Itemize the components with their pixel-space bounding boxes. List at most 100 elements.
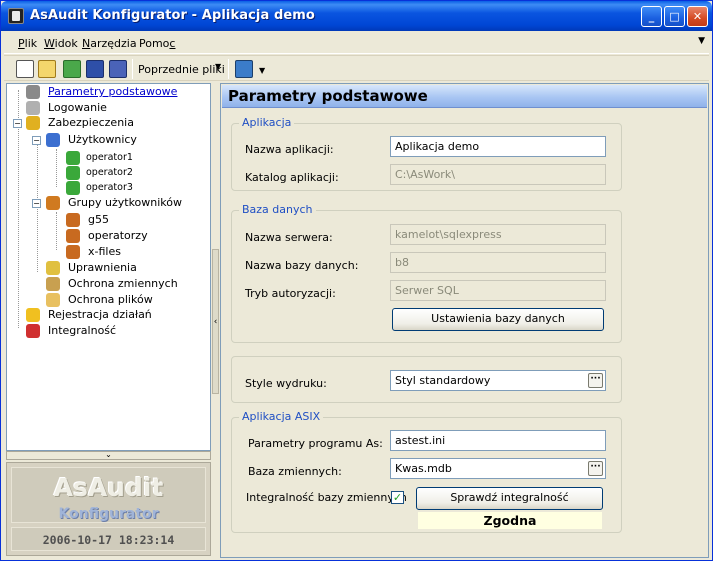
tree-item-label: operator1 bbox=[86, 152, 133, 163]
tree-item-label: Parametry podstawowe bbox=[48, 85, 178, 99]
user-icon bbox=[66, 181, 80, 195]
logo-box: AsAudit Konfigurator bbox=[11, 467, 206, 523]
toolbar-separator bbox=[132, 59, 133, 79]
integrity-label: Integralność bazy zmiennych bbox=[246, 491, 407, 504]
tree-item-label: Grupy użytkowników bbox=[68, 196, 183, 209]
menu-plik-mnemonic: P bbox=[18, 37, 25, 50]
exit-icon[interactable] bbox=[235, 60, 253, 78]
logo-title: AsAudit bbox=[53, 473, 164, 502]
logo-panel: AsAudit Konfigurator 2006-10-17 18:23:14 bbox=[6, 462, 211, 556]
tree-item-label: operator2 bbox=[86, 167, 133, 178]
magnifier-icon bbox=[26, 101, 40, 115]
tree-item-label: Uprawnienia bbox=[68, 261, 137, 274]
menu-widok[interactable]: Widok bbox=[44, 37, 78, 50]
tree-item-label: Zabezpieczenia bbox=[48, 116, 134, 129]
collapse-icon[interactable]: − bbox=[32, 199, 41, 208]
users-icon bbox=[46, 133, 60, 147]
db-name-input[interactable]: b8 bbox=[390, 252, 606, 273]
tree-item-label: Logowanie bbox=[48, 101, 107, 114]
group-aplikacja: Aplikacja Nazwa aplikacji: Aplikacja dem… bbox=[231, 116, 622, 191]
save-icon[interactable] bbox=[86, 60, 104, 78]
integrity-status: Zgodna bbox=[418, 512, 602, 529]
recent-files-button[interactable]: Poprzednie pliki bbox=[138, 63, 225, 76]
app-icon bbox=[8, 8, 24, 24]
app-name-label: Nazwa aplikacji: bbox=[245, 143, 334, 156]
app-window: AsAudit Konfigurator - Aplikacja demo _ … bbox=[0, 0, 713, 561]
save-as-icon[interactable] bbox=[109, 60, 127, 78]
logo-subtitle: Konfigurator bbox=[58, 506, 159, 522]
new-file-icon[interactable] bbox=[16, 60, 34, 78]
tree-item-label: Ochrona plików bbox=[68, 293, 153, 306]
group-icon bbox=[66, 229, 80, 243]
tree-item-label: g55 bbox=[88, 213, 109, 226]
lightning-icon bbox=[26, 308, 40, 322]
user-icon bbox=[66, 166, 80, 180]
db-settings-button[interactable]: Ustawienia bazy danych bbox=[392, 308, 604, 331]
lock-icon bbox=[26, 116, 40, 130]
print-style-browse-button[interactable]: ··· bbox=[588, 373, 603, 388]
folder-icon bbox=[46, 293, 60, 307]
collapse-icon[interactable]: − bbox=[13, 119, 22, 128]
key-icon bbox=[46, 261, 60, 275]
menu-pomoc-mnemonic: c bbox=[169, 37, 176, 50]
server-name-input[interactable]: kamelot\sqlexpress bbox=[390, 224, 606, 245]
vars-db-input[interactable]: Kwas.mdb bbox=[390, 458, 606, 479]
collapse-icon[interactable]: − bbox=[32, 136, 41, 145]
check-integrity-button[interactable]: Sprawdź integralność bbox=[416, 487, 603, 510]
server-name-label: Nazwa serwera: bbox=[245, 231, 333, 244]
refresh-icon[interactable] bbox=[63, 60, 81, 78]
ellipsis-icon: ··· bbox=[590, 462, 601, 472]
toolbar-separator bbox=[228, 59, 229, 79]
menu-plik-label: lik bbox=[24, 37, 38, 50]
print-style-input[interactable]: Styl standardowy bbox=[390, 370, 606, 391]
menu-widok-label: idok bbox=[54, 37, 78, 50]
group-icon bbox=[66, 245, 80, 259]
splitter-collapse-button[interactable]: ‹ bbox=[212, 249, 219, 394]
menu-narzedzia[interactable]: Narzędzia bbox=[82, 37, 137, 50]
maximize-icon: □ bbox=[669, 10, 680, 23]
tree-line bbox=[56, 149, 57, 187]
app-dir-input[interactable]: C:\AsWork\ bbox=[390, 164, 606, 185]
app-name-input[interactable]: Aplikacja demo bbox=[390, 136, 606, 157]
tree-scroll-down-button[interactable]: ⌄ bbox=[6, 451, 211, 460]
recent-files-dropdown-icon[interactable]: ▼ bbox=[215, 62, 221, 71]
title-bar[interactable]: AsAudit Konfigurator - Aplikacja demo _ … bbox=[1, 1, 712, 31]
maximize-button[interactable]: □ bbox=[664, 6, 685, 27]
as-params-label: Parametry programu As: bbox=[248, 437, 383, 450]
panel-header: Parametry podstawowe bbox=[222, 85, 707, 108]
integrity-checkbox[interactable]: ✓ bbox=[391, 491, 404, 504]
vars-db-browse-button[interactable]: ··· bbox=[588, 461, 603, 476]
exit-dropdown-icon[interactable]: ▼ bbox=[259, 66, 265, 75]
group-style: Style wydruku: Styl standardowy ··· bbox=[231, 356, 622, 403]
panel-title: Parametry podstawowe bbox=[228, 87, 428, 105]
database-icon bbox=[46, 277, 60, 291]
close-icon: ✕ bbox=[692, 10, 703, 23]
menu-pomoc[interactable]: Pomoc bbox=[139, 37, 175, 50]
tools-icon bbox=[26, 85, 40, 99]
close-button[interactable]: ✕ bbox=[687, 6, 708, 27]
chevron-down-icon[interactable]: ▼ bbox=[698, 36, 705, 46]
vars-db-label: Baza zmiennych: bbox=[248, 465, 342, 478]
auth-mode-input[interactable]: Serwer SQL bbox=[390, 280, 606, 301]
chevron-down-icon: ⌄ bbox=[105, 450, 112, 459]
tree-item-label: Ochrona zmiennych bbox=[68, 277, 178, 290]
checkmark-icon: ✓ bbox=[392, 491, 403, 504]
print-style-label: Style wydruku: bbox=[245, 377, 327, 390]
open-folder-icon[interactable] bbox=[38, 60, 56, 78]
tree-item-label: operatorzy bbox=[88, 229, 148, 242]
navigation-tree: Parametry podstawowe Logowanie − Zabezpi… bbox=[6, 83, 211, 451]
toolbar: Poprzednie pliki ▼ ▼ bbox=[4, 55, 709, 81]
group-icon bbox=[46, 196, 60, 210]
menu-narzedzia-label: arzędzia bbox=[90, 37, 137, 50]
menu-plik[interactable]: Plik bbox=[18, 37, 37, 50]
award-icon bbox=[26, 324, 40, 338]
chevron-left-icon: ‹ bbox=[213, 317, 218, 327]
group-asix-legend: Aplikacja ASIX bbox=[239, 410, 324, 423]
group-icon bbox=[66, 213, 80, 227]
auth-mode-label: Tryb autoryzacji: bbox=[245, 287, 336, 300]
menu-widok-mnemonic: W bbox=[44, 37, 55, 50]
db-name-label: Nazwa bazy danych: bbox=[245, 259, 359, 272]
minimize-button[interactable]: _ bbox=[641, 6, 662, 27]
menu-narzedzia-mnemonic: N bbox=[82, 37, 91, 50]
as-params-input[interactable]: astest.ini bbox=[390, 430, 606, 451]
